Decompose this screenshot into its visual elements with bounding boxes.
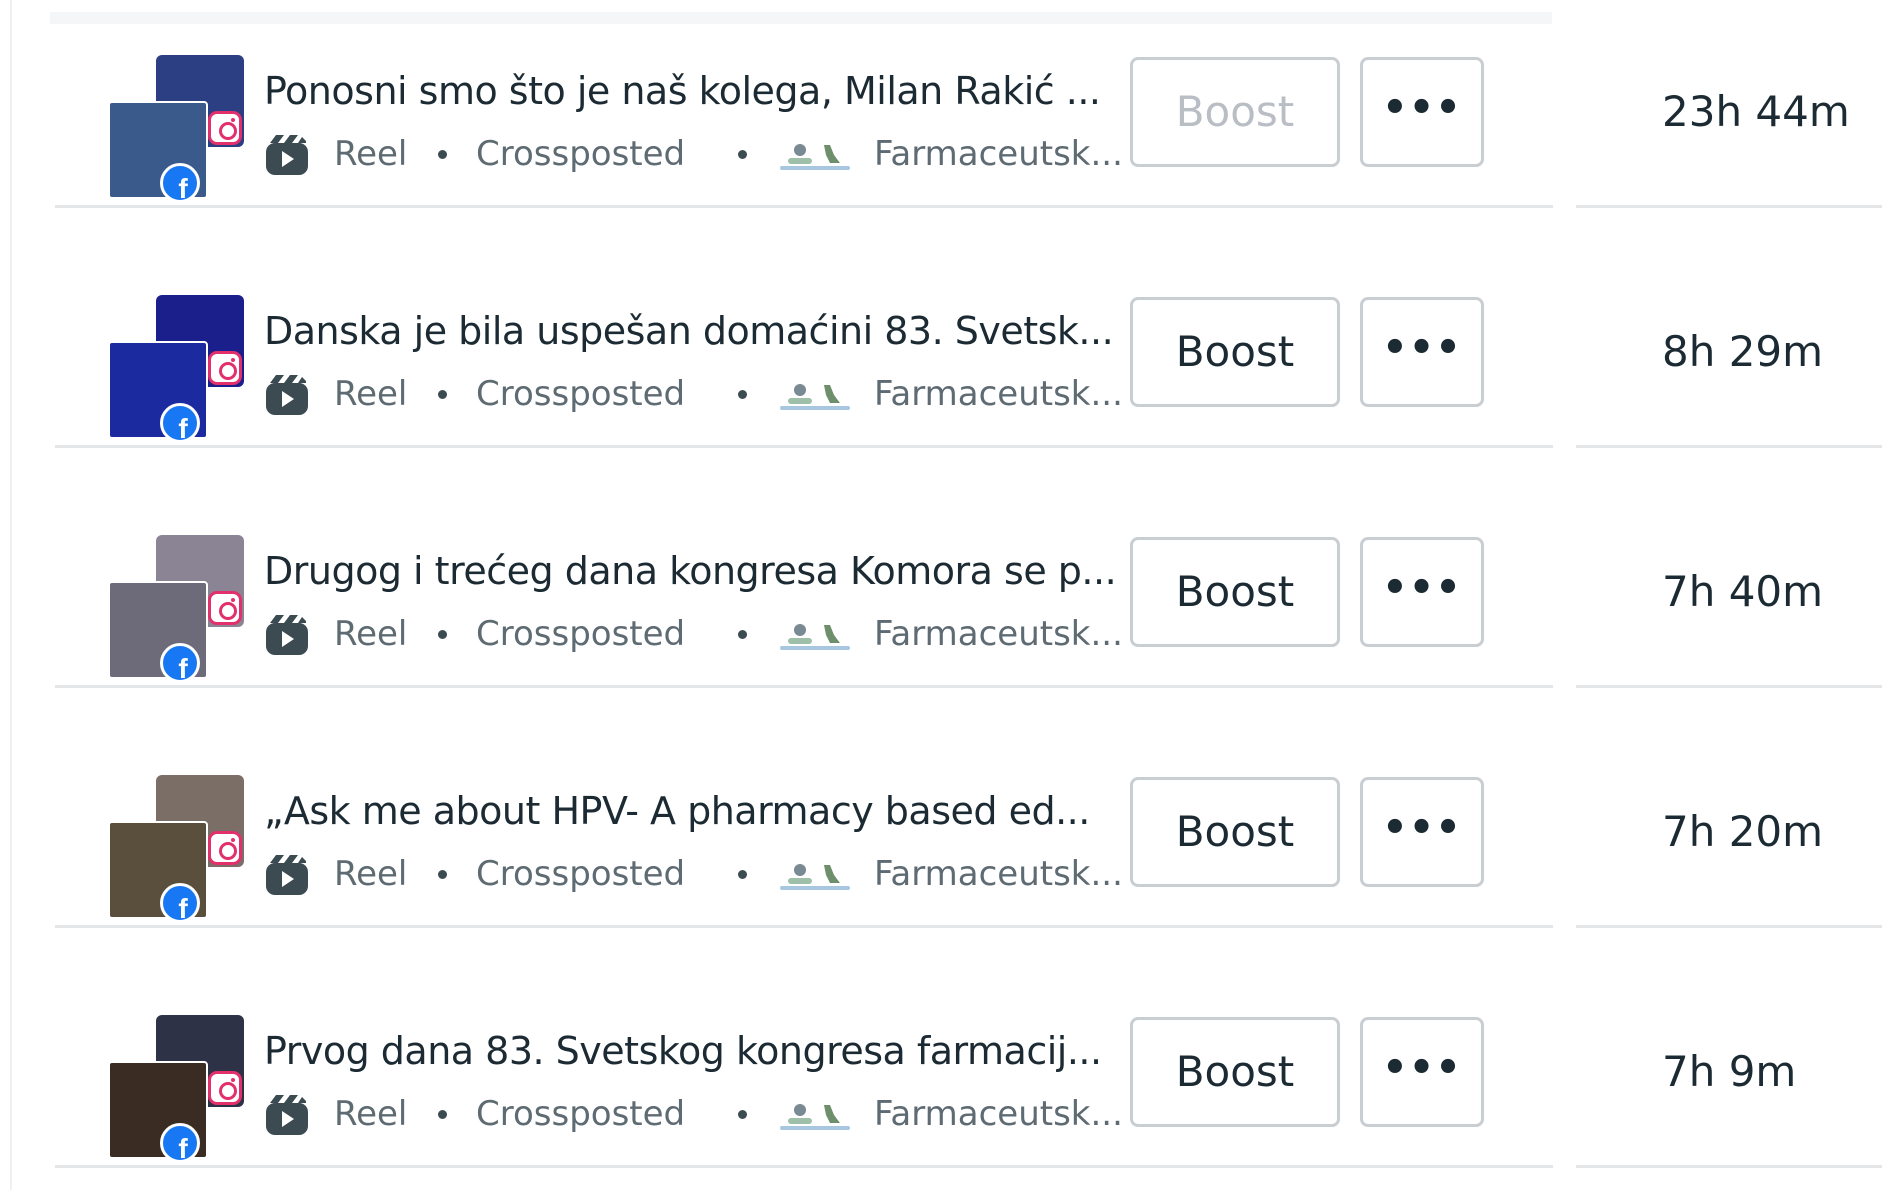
row-divider	[55, 445, 1553, 448]
post-row[interactable]: f Ponosni smo što je naš kolega, Milan R…	[0, 25, 1882, 265]
post-title[interactable]: Danska je bila uspešan domaćini 83. Svet…	[264, 307, 1124, 355]
post-type: Reel	[334, 1094, 408, 1134]
more-options-icon: •••	[1382, 85, 1462, 131]
instagram-icon	[208, 831, 242, 865]
post-meta: Reel Crossposted Farmaceutsk...	[264, 849, 1124, 899]
more-options-icon: •••	[1382, 565, 1462, 611]
post-title[interactable]: Ponosni smo što je naš kolega, Milan Rak…	[264, 67, 1124, 115]
row-divider	[1576, 925, 1882, 928]
row-divider	[1576, 445, 1882, 448]
post-type: Reel	[334, 134, 408, 174]
row-divider	[55, 205, 1553, 208]
separator-dot	[738, 1110, 747, 1119]
post-thumbnail[interactable]: f	[106, 295, 264, 443]
post-type: Reel	[334, 614, 408, 654]
separator-dot	[738, 630, 747, 639]
post-thumbnail[interactable]: f	[106, 775, 264, 923]
post-status: Crossposted	[476, 614, 686, 654]
facebook-icon: f	[160, 403, 200, 443]
row-divider	[1576, 205, 1882, 208]
row-divider	[1576, 1165, 1882, 1168]
post-row[interactable]: f „Ask me about HPV- A pharmacy based ed…	[0, 745, 1882, 985]
post-title[interactable]: Drugog i trećeg dana kongresa Komora se …	[264, 547, 1124, 595]
post-thumbnail[interactable]: f	[106, 55, 264, 203]
post-thumbnail[interactable]: f	[106, 1015, 264, 1163]
separator-dot	[438, 630, 447, 639]
row-divider	[1576, 685, 1882, 688]
page-name[interactable]: Farmaceutsk...	[874, 609, 1124, 659]
boost-button[interactable]: Boost	[1130, 537, 1340, 647]
separator-dot	[438, 390, 447, 399]
people-icon	[780, 624, 850, 650]
more-options-button[interactable]: •••	[1360, 297, 1484, 407]
separator-dot	[738, 150, 747, 159]
post-duration: 23h 44m	[1662, 87, 1850, 136]
reel-icon	[266, 1095, 308, 1135]
post-title[interactable]: Prvog dana 83. Svetskog kongresa farmaci…	[264, 1027, 1124, 1075]
posts-page: f Ponosni smo što je naš kolega, Milan R…	[0, 0, 1882, 1190]
row-divider	[55, 1165, 1553, 1168]
boost-button[interactable]: Boost	[1130, 777, 1340, 887]
post-type: Reel	[334, 374, 408, 414]
post-duration: 7h 9m	[1662, 1047, 1797, 1096]
post-status: Crossposted	[476, 1094, 686, 1134]
reel-icon	[266, 135, 308, 175]
post-meta: Reel Crossposted Farmaceutsk...	[264, 1089, 1124, 1139]
row-divider	[55, 925, 1553, 928]
more-options-icon: •••	[1382, 805, 1462, 851]
post-meta: Reel Crossposted Farmaceutsk...	[264, 129, 1124, 179]
reel-icon	[266, 615, 308, 655]
post-thumbnail[interactable]: f	[106, 535, 264, 683]
post-status: Crossposted	[476, 134, 686, 174]
people-icon	[780, 384, 850, 410]
more-options-icon: •••	[1382, 325, 1462, 371]
more-options-icon: •••	[1382, 1045, 1462, 1091]
page-name[interactable]: Farmaceutsk...	[874, 369, 1124, 419]
reel-icon	[266, 855, 308, 895]
separator-dot	[438, 870, 447, 879]
page-name[interactable]: Farmaceutsk...	[874, 849, 1124, 899]
separator-dot	[438, 150, 447, 159]
more-options-button[interactable]: •••	[1360, 57, 1484, 167]
post-meta: Reel Crossposted Farmaceutsk...	[264, 609, 1124, 659]
page-name[interactable]: Farmaceutsk...	[874, 129, 1124, 179]
facebook-icon: f	[160, 163, 200, 203]
post-row[interactable]: f Danska je bila uspešan domaćini 83. Sv…	[0, 265, 1882, 505]
instagram-icon	[208, 351, 242, 385]
more-options-button[interactable]: •••	[1360, 1017, 1484, 1127]
more-options-button[interactable]: •••	[1360, 777, 1484, 887]
row-divider	[55, 685, 1553, 688]
instagram-icon	[208, 1071, 242, 1105]
instagram-icon	[208, 591, 242, 625]
more-options-button[interactable]: •••	[1360, 537, 1484, 647]
post-title[interactable]: „Ask me about HPV- A pharmacy based ed..…	[264, 787, 1124, 835]
post-status: Crossposted	[476, 854, 686, 894]
instagram-icon	[208, 111, 242, 145]
facebook-icon: f	[160, 883, 200, 923]
post-duration: 7h 20m	[1662, 807, 1824, 856]
boost-button[interactable]: Boost	[1130, 297, 1340, 407]
post-duration: 7h 40m	[1662, 567, 1824, 616]
top-divider	[50, 12, 1552, 24]
boost-button[interactable]: Boost	[1130, 57, 1340, 167]
people-icon	[780, 1104, 850, 1130]
page-name[interactable]: Farmaceutsk...	[874, 1089, 1124, 1139]
boost-button[interactable]: Boost	[1130, 1017, 1340, 1127]
post-meta: Reel Crossposted Farmaceutsk...	[264, 369, 1124, 419]
separator-dot	[438, 1110, 447, 1119]
post-row[interactable]: f Prvog dana 83. Svetskog kongresa farma…	[0, 985, 1882, 1190]
post-row[interactable]: f Drugog i trećeg dana kongresa Komora s…	[0, 505, 1882, 745]
facebook-icon: f	[160, 643, 200, 683]
post-duration: 8h 29m	[1662, 327, 1824, 376]
people-icon	[780, 144, 850, 170]
people-icon	[780, 864, 850, 890]
separator-dot	[738, 870, 747, 879]
facebook-icon: f	[160, 1123, 200, 1163]
separator-dot	[738, 390, 747, 399]
post-type: Reel	[334, 854, 408, 894]
reel-icon	[266, 375, 308, 415]
post-status: Crossposted	[476, 374, 686, 414]
